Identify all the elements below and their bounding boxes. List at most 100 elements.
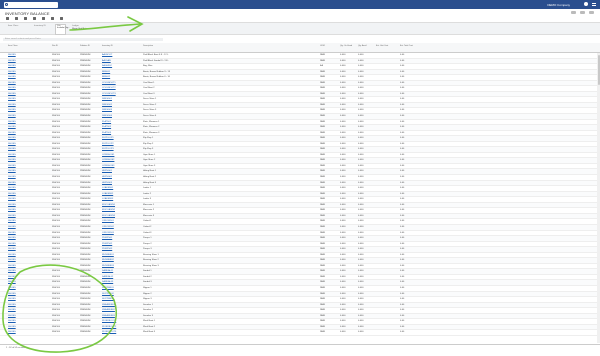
customize-icon[interactable] — [571, 11, 576, 14]
table-cell[interactable]: GYMSHOE1 — [102, 154, 114, 156]
filter-ledger[interactable]: Ledger Show Unit Rates — [72, 25, 88, 30]
table-cell[interactable]: SHOES — [8, 187, 16, 189]
table-cell[interactable]: BRB002 — [102, 76, 110, 78]
table-cell[interactable]: SHOES — [8, 220, 16, 222]
table-cell[interactable]: FLATS02 — [102, 126, 111, 128]
col-header[interactable]: Qty. On Hand — [340, 45, 354, 47]
table-cell[interactable]: MOCCASIN2 — [102, 209, 115, 211]
table-cell[interactable]: SNEAKER02 — [102, 309, 115, 311]
global-search-input[interactable] — [4, 1, 58, 8]
table-cell[interactable]: DRESS02 — [102, 104, 112, 106]
table-cell[interactable]: SHOES — [8, 315, 16, 317]
table-cell[interactable]: SHOES — [8, 165, 16, 167]
menu-icon[interactable] — [592, 3, 596, 6]
table-cell[interactable]: SHOES — [8, 87, 16, 89]
table-cell[interactable]: SHOES — [8, 159, 16, 161]
table-cell[interactable]: SANDAL02 — [102, 276, 113, 278]
table-cell[interactable]: SHOES — [8, 137, 16, 139]
table-cell[interactable]: SHOES — [8, 65, 16, 67]
table-cell[interactable]: COOLBOOT1 — [102, 82, 116, 84]
table-cell[interactable]: SLIPPER03 — [102, 298, 114, 300]
table-cell[interactable]: SHOES — [8, 226, 16, 228]
table-cell[interactable]: MOCCASIN3 — [102, 215, 115, 217]
table-cell[interactable]: SHOES — [8, 132, 16, 134]
table-cell[interactable]: HIKING03 — [102, 182, 112, 184]
table-cell[interactable]: SHOES — [8, 254, 16, 256]
table-cell[interactable]: SHOES — [8, 259, 16, 261]
table-cell[interactable]: SHOES — [8, 243, 16, 245]
redo-icon[interactable] — [33, 17, 36, 20]
table-cell[interactable]: SHOES — [8, 126, 16, 128]
table-cell[interactable]: SHOES — [8, 309, 16, 311]
table-cell[interactable]: SHOES — [8, 193, 16, 195]
upload-icon[interactable] — [60, 17, 63, 20]
grid-search-input[interactable]: Enter search criteria and press Enter — [3, 38, 163, 41]
col-header[interactable]: Qty. Avail. — [358, 45, 372, 47]
table-row[interactable]: SHOES WHOLE PREMIUM WORKBOOT3 Work Boot 3 PAI… — [0, 330, 600, 336]
table-cell[interactable]: RUNNER03 — [102, 265, 114, 267]
table-cell[interactable]: SHOES — [8, 60, 16, 62]
help-icon[interactable] — [580, 11, 585, 14]
col-header[interactable]: Site ID — [52, 45, 58, 47]
table-cell[interactable]: SHOES — [8, 176, 16, 178]
table-cell[interactable]: SHOES — [8, 281, 16, 283]
table-cell[interactable]: BAGMISC — [102, 65, 112, 67]
table-cell[interactable]: SNEAKER03 — [102, 315, 115, 317]
save-icon[interactable] — [24, 17, 27, 20]
table-cell[interactable]: MOCCASIN1 — [102, 204, 115, 206]
col-header[interactable]: UOM — [320, 45, 325, 47]
table-cell[interactable]: WORKBOOT3 — [102, 331, 116, 333]
table-cell[interactable]: SHOES — [8, 143, 16, 145]
table-cell[interactable]: OXFORD01 — [102, 220, 114, 222]
table-cell[interactable]: HIKING02 — [102, 176, 112, 178]
col-header[interactable]: Est. Total Cost — [400, 45, 413, 47]
table-cell[interactable]: FLIPFLOP3 — [102, 148, 114, 150]
table-cell[interactable]: SHOES — [8, 82, 16, 84]
refresh-icon[interactable] — [6, 17, 9, 20]
table-cell[interactable]: SLIPPER02 — [102, 293, 114, 295]
col-header[interactable]: Description — [143, 45, 153, 47]
table-cell[interactable]: SHOES — [8, 93, 16, 95]
table-cell[interactable]: LOAFER03 — [102, 198, 113, 200]
table-cell[interactable]: WORKBOOT2 — [102, 326, 116, 328]
table-cell[interactable]: BRB001 — [102, 71, 110, 73]
table-cell[interactable]: LOAFER02 — [102, 193, 113, 195]
table-cell[interactable]: PUMPS01 — [102, 237, 112, 239]
table-cell[interactable]: SHOES — [8, 276, 16, 278]
table-cell[interactable]: OXFORD03 — [102, 232, 114, 234]
table-cell[interactable]: SHOES — [8, 182, 16, 184]
table-cell[interactable]: HIKING01 — [102, 170, 112, 172]
table-cell[interactable]: GYMSHOE3 — [102, 165, 114, 167]
table-cell[interactable]: FLATS03 — [102, 132, 111, 134]
table-cell[interactable]: SHOES — [8, 198, 16, 200]
table-cell[interactable]: RUNNER01 — [102, 254, 114, 256]
table-cell[interactable]: SHOES — [8, 265, 16, 267]
table-cell[interactable]: SHOES — [8, 232, 16, 234]
table-cell[interactable]: AALBOOT — [102, 54, 112, 56]
table-cell[interactable]: SHOES — [8, 148, 16, 150]
table-cell[interactable]: SHOES — [8, 76, 16, 78]
filter-site[interactable]: Site Include Qty... — [57, 25, 70, 29]
table-cell[interactable]: SHOES — [8, 54, 16, 56]
table-cell[interactable]: DRESS01 — [102, 98, 112, 100]
table-cell[interactable]: WORKBOOT1 — [102, 320, 116, 322]
table-cell[interactable]: SHOES — [8, 320, 16, 322]
table-cell[interactable]: SHOES — [8, 121, 16, 123]
table-cell[interactable]: OXFORD02 — [102, 226, 114, 228]
table-cell[interactable]: SHOES — [8, 287, 16, 289]
settings-icon[interactable] — [589, 11, 594, 14]
table-cell[interactable]: SHOES — [8, 270, 16, 272]
table-cell[interactable]: SHOES — [8, 109, 16, 111]
table-cell[interactable]: SNEAKER01 — [102, 304, 115, 306]
table-cell[interactable]: SHOES — [8, 170, 16, 172]
table-cell[interactable]: SHOES — [8, 326, 16, 328]
table-cell[interactable]: SHOES — [8, 115, 16, 117]
table-cell[interactable]: SANDAL03 — [102, 281, 113, 283]
company-selector[interactable]: DEMO Company — [547, 3, 570, 7]
export-icon[interactable] — [51, 17, 54, 20]
table-cell[interactable]: SHOES — [8, 237, 16, 239]
table-cell[interactable]: LOAFER01 — [102, 187, 113, 189]
table-cell[interactable]: SHOES — [8, 304, 16, 306]
table-cell[interactable]: SHOES — [8, 298, 16, 300]
filter-item-class[interactable]: Item Class — [8, 25, 18, 28]
